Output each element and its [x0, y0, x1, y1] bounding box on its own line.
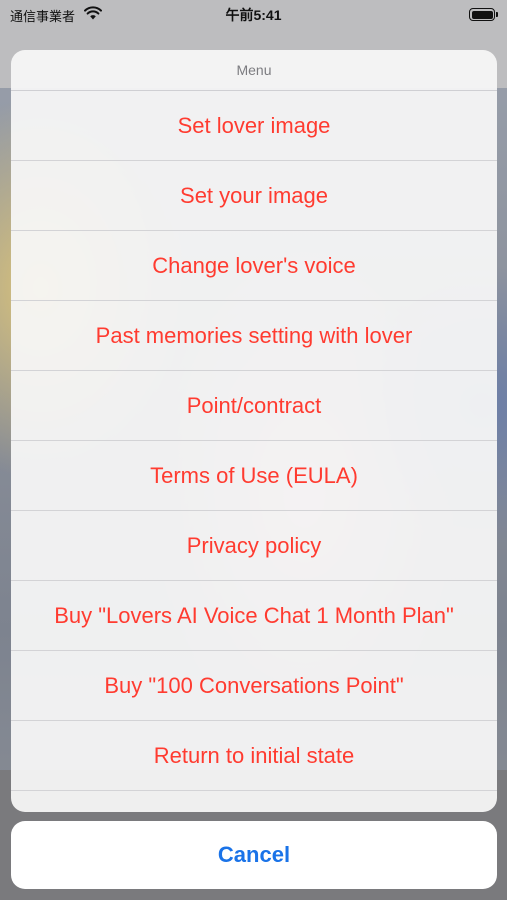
set-lover-image-button[interactable]: Set lover image — [11, 91, 497, 161]
point-contract-button[interactable]: Point/contract — [11, 371, 497, 441]
buy-month-plan-button[interactable]: Buy "Lovers AI Voice Chat 1 Month Plan" — [11, 581, 497, 651]
buy-conversations-point-button[interactable]: Buy "100 Conversations Point" — [11, 651, 497, 721]
battery-icon — [469, 8, 498, 21]
sheet-scroll-remainder — [11, 791, 497, 812]
return-initial-state-button[interactable]: Return to initial state — [11, 721, 497, 791]
privacy-policy-button[interactable]: Privacy policy — [11, 511, 497, 581]
past-memories-setting-button[interactable]: Past memories setting with lover — [11, 301, 497, 371]
status-bar: 通信事業者 午前5:41 — [0, 0, 507, 30]
action-sheet-title: Menu — [11, 50, 497, 91]
action-sheet: Menu Set lover image Set your image Chan… — [11, 50, 497, 812]
change-lover-voice-button[interactable]: Change lover's voice — [11, 231, 497, 301]
clock: 午前5:41 — [225, 7, 282, 23]
cancel-button[interactable]: Cancel — [11, 821, 497, 889]
set-your-image-button[interactable]: Set your image — [11, 161, 497, 231]
terms-of-use-button[interactable]: Terms of Use (EULA) — [11, 441, 497, 511]
